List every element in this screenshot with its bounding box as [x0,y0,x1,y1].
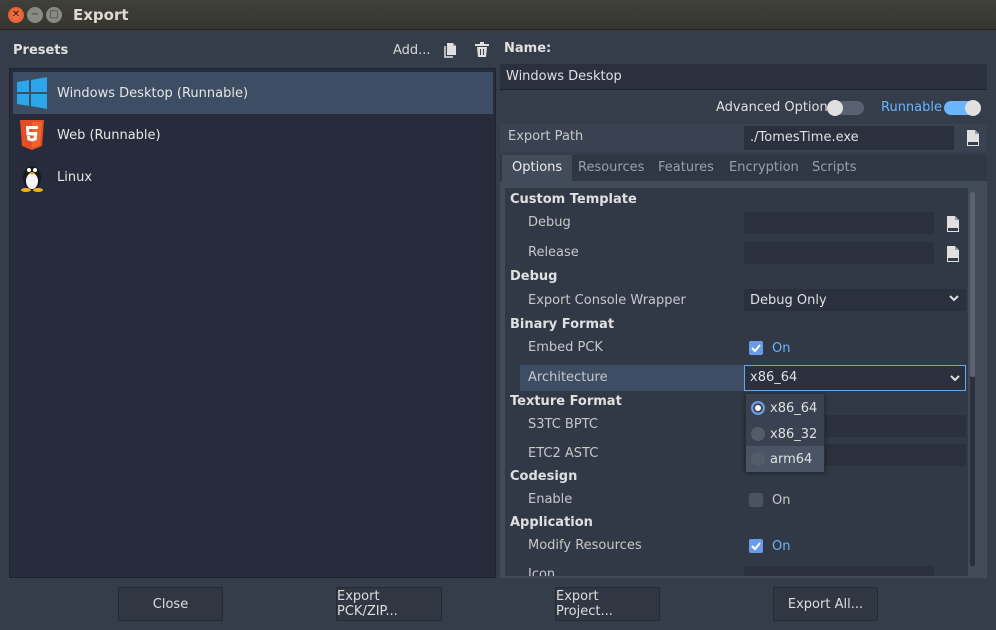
window-minimize-button[interactable]: − [27,7,43,23]
architecture-option-arm64[interactable]: arm64 [746,446,824,472]
options-scrollbar-thumb[interactable] [970,192,975,377]
export-project-button[interactable]: Export Project... [555,587,660,621]
debug-template-file-icon[interactable] [946,216,960,232]
window-title: Export [73,6,129,24]
embed-pck-value: On [772,341,791,356]
section-application: Application [510,515,593,530]
debug-template-label: Debug [528,215,571,230]
s3tc-bptc-label: S3TC BPTC [528,417,598,432]
duplicate-preset-icon[interactable] [443,42,459,58]
option-label: arm64 [770,451,813,467]
release-template-label: Release [528,245,579,260]
architecture-select[interactable]: x86_64 [744,365,966,391]
section-codesign: Codesign [510,469,578,484]
tab-scripts[interactable]: Scripts [812,155,856,181]
chevron-down-icon [948,292,960,308]
windows-icon [16,77,48,109]
tab-resources[interactable]: Resources [578,155,644,181]
etc2-astc-label: ETC2 ASTC [528,446,599,461]
tab-options[interactable]: Options [502,155,573,181]
advanced-options-toggle[interactable] [827,100,864,116]
export-path-label: Export Path [508,129,584,144]
architecture-label: Architecture [528,370,608,385]
preset-item-web[interactable]: Web (Runnable) [13,114,493,156]
release-template-file-icon[interactable] [946,246,960,262]
delete-preset-icon[interactable] [474,42,490,58]
codesign-enable-value: On [772,493,791,508]
name-label: Name: [504,41,552,56]
preset-label: Web (Runnable) [57,127,161,143]
icon-row-clip: Icon [505,564,968,576]
option-label: x86_32 [770,426,818,442]
window-close-button[interactable]: ✕ [8,7,24,23]
export-path-input[interactable]: ./TomesTime.exe [744,126,954,150]
modify-resources-label: Modify Resources [528,538,642,553]
window-titlebar: ✕ − □ Export [0,0,996,30]
section-binary-format: Binary Format [510,317,615,332]
export-console-wrapper-label: Export Console Wrapper [528,293,686,308]
radio-selected-icon [751,401,765,415]
debug-template-input[interactable] [744,212,934,234]
add-preset-button[interactable]: Add... [393,43,431,58]
embed-pck-label: Embed PCK [528,340,603,355]
section-custom-template: Custom Template [510,192,637,207]
preset-label: Linux [57,169,93,185]
linux-tux-icon [16,161,48,193]
presets-title: Presets [13,43,69,58]
icon-path-input[interactable] [744,566,934,576]
advanced-options-label: Advanced Options [716,100,835,115]
presets-list: Windows Desktop (Runnable) Web (Runnable… [9,68,496,578]
modify-resources-value: On [772,539,791,554]
export-console-wrapper-value: Debug Only [750,293,827,308]
runnable-toggle[interactable] [944,100,981,116]
codesign-enable-checkbox[interactable] [749,493,763,507]
option-label: x86_64 [770,400,818,416]
release-template-input[interactable] [744,242,934,264]
embed-pck-checkbox[interactable] [749,341,763,355]
export-pck-zip-button[interactable]: Export PCK/ZIP... [336,587,442,621]
tab-encryption[interactable]: Encryption [729,155,799,181]
codesign-enable-label: Enable [528,492,573,507]
radio-unselected-icon [751,427,765,441]
tabs-bar: Options Resources Features Encryption Sc… [500,155,987,181]
section-debug: Debug [510,269,558,284]
tab-features[interactable]: Features [658,155,714,181]
chevron-down-icon [949,372,961,388]
architecture-dropdown: x86_64 x86_32 arm64 [745,393,825,472]
architecture-option-x86-32[interactable]: x86_32 [746,421,824,447]
radio-unselected-icon [751,452,765,466]
html5-icon [16,119,48,151]
preset-item-windows[interactable]: Windows Desktop (Runnable) [13,72,493,114]
browse-file-icon[interactable] [966,130,980,146]
architecture-value: x86_64 [750,370,798,385]
close-button[interactable]: Close [118,587,223,621]
section-texture-format: Texture Format [510,394,622,409]
window-maximize-button[interactable]: □ [46,7,62,23]
preset-item-linux[interactable]: Linux [13,156,493,198]
preset-label: Windows Desktop (Runnable) [57,85,249,101]
export-console-wrapper-select[interactable]: Debug Only [744,289,966,311]
runnable-label: Runnable [881,100,942,115]
export-all-button[interactable]: Export All... [773,587,878,621]
icon-label: Icon [528,567,556,576]
architecture-option-x86-64[interactable]: x86_64 [746,395,824,421]
modify-resources-checkbox[interactable] [749,539,763,553]
preset-name-input[interactable]: Windows Desktop [500,64,987,90]
